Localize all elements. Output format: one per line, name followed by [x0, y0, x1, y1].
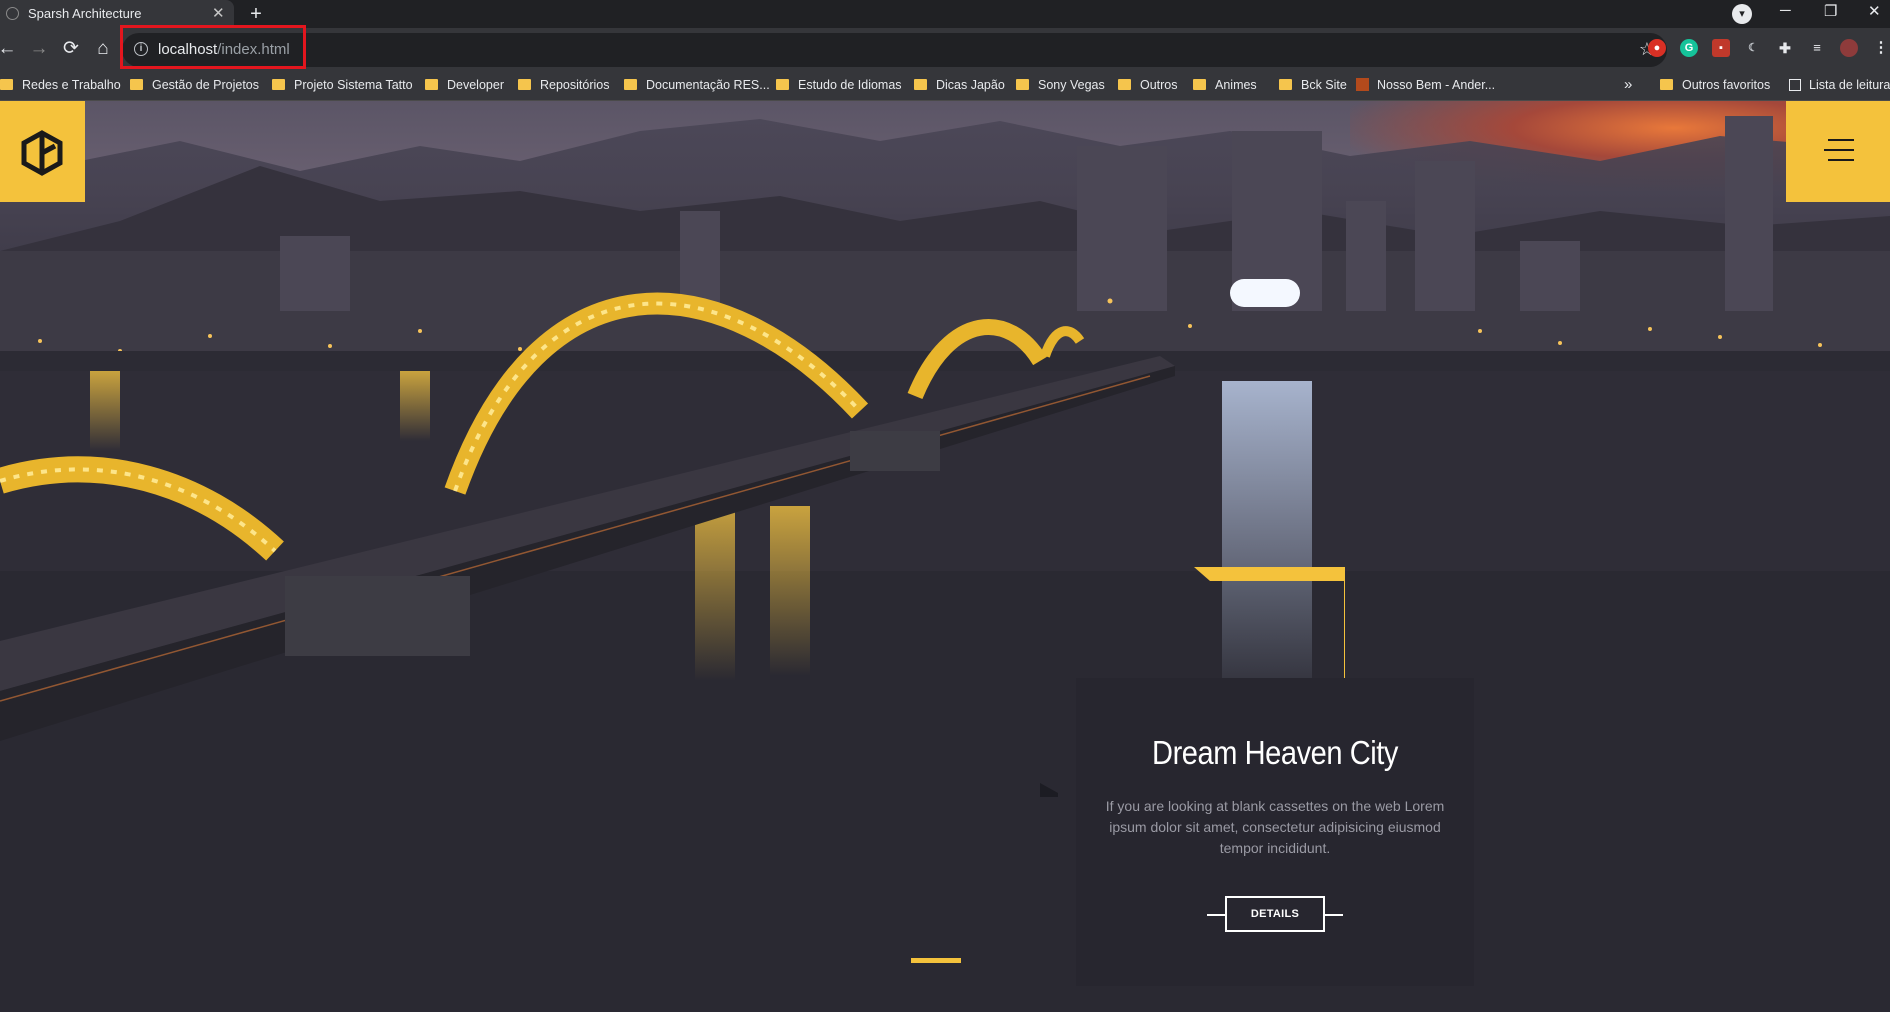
extensions-puzzle-icon[interactable]: ✚ [1776, 39, 1794, 57]
bookmark-folder[interactable]: Sony Vegas [1016, 78, 1105, 92]
menu-line [1828, 139, 1854, 141]
bookmark-folder[interactable]: Developer [425, 78, 504, 92]
bookmark-other-favorites[interactable]: Outros favoritos [1660, 78, 1770, 92]
folder-icon [624, 79, 637, 90]
details-button[interactable]: DETAILS [1225, 896, 1325, 932]
folder-icon [1016, 79, 1029, 90]
bookmark-link[interactable]: Nosso Bem - Ander... [1356, 78, 1495, 92]
tab-title: Sparsh Architecture [28, 6, 142, 21]
card-description: If you are looking at blank cassettes on… [1105, 798, 1445, 856]
tab-strip: Sparsh Architecture ✕ + ▾ ─ ❐ ✕ [0, 0, 1890, 28]
site-favicon-icon [1356, 78, 1369, 91]
extension-red-icon[interactable]: ● [1648, 39, 1666, 57]
bookmark-folder[interactable]: Documentação RES... [624, 78, 770, 92]
minimize-icon[interactable]: ─ [1780, 2, 1791, 19]
folder-icon [425, 79, 438, 90]
folder-icon [0, 79, 13, 90]
tab-search-icon[interactable]: ▾ [1732, 4, 1752, 24]
site-logo[interactable] [0, 101, 85, 202]
profile-avatar[interactable] [1840, 39, 1858, 57]
tab-sparsh-architecture[interactable]: Sparsh Architecture ✕ [0, 0, 234, 28]
reading-list-button[interactable]: Lista de leitura [1789, 78, 1890, 92]
grammarly-icon[interactable]: G [1680, 39, 1698, 57]
bookmark-folder[interactable]: Redes e Trabalho [0, 78, 121, 92]
bookmark-folder[interactable]: Projeto Sistema Tatto [272, 78, 413, 92]
globe-icon [6, 7, 19, 20]
reload-icon[interactable]: ⟳ [60, 38, 82, 60]
slider-indicator-active[interactable] [911, 958, 961, 963]
browser-menu-icon[interactable]: ⋮ [1872, 39, 1890, 57]
menu-line [1828, 159, 1854, 161]
folder-icon [914, 79, 927, 90]
reading-mode-icon[interactable]: ≡ [1808, 39, 1826, 57]
folder-icon [1193, 79, 1206, 90]
hero-slider: Dream Heaven City If you are looking at … [0, 101, 1890, 1012]
city-bridge-background-image [0, 116, 1890, 1012]
restore-icon[interactable]: ❐ [1824, 2, 1837, 20]
bookmark-folder[interactable]: Dicas Japão [914, 78, 1005, 92]
back-icon[interactable]: ← [0, 38, 18, 60]
bookmark-folder[interactable]: Animes [1193, 78, 1257, 92]
menu-line [1824, 149, 1854, 151]
folder-icon [518, 79, 531, 90]
extension-crescent-icon[interactable]: ☾ [1744, 39, 1762, 57]
forward-icon[interactable]: → [28, 38, 50, 60]
menu-toggle-button[interactable] [1786, 101, 1890, 202]
folder-icon [272, 79, 285, 90]
folder-icon [130, 79, 143, 90]
close-window-icon[interactable]: ✕ [1868, 2, 1881, 20]
bookmarks-overflow-icon[interactable]: » [1624, 76, 1632, 93]
logo-hexagon-icon [21, 130, 63, 176]
bookmark-folder[interactable]: Gestão de Projetos [130, 78, 259, 92]
close-tab-icon[interactable]: ✕ [212, 4, 225, 22]
featured-project-card: Dream Heaven City If you are looking at … [1076, 678, 1474, 986]
folder-icon [776, 79, 789, 90]
extension-square-icon[interactable]: ▪ [1712, 39, 1730, 57]
bookmark-folder[interactable]: Bck Site [1279, 78, 1347, 92]
folder-icon [1660, 79, 1673, 90]
home-icon[interactable]: ⌂ [92, 38, 114, 60]
bookmark-folder[interactable]: Estudo de Idiomas [776, 78, 902, 92]
bookmark-folder[interactable]: Outros [1118, 78, 1178, 92]
reading-list-icon [1789, 79, 1801, 91]
folder-icon [1118, 79, 1131, 90]
address-bar[interactable]: i localhost/index.html ☆ [122, 33, 1667, 67]
bookmark-folder[interactable]: Repositórios [518, 78, 609, 92]
card-title: Dream Heaven City [1152, 734, 1398, 771]
new-tab-button[interactable]: + [244, 2, 268, 26]
bookmarks-bar: Redes e Trabalho Gestão de Projetos Proj… [0, 72, 1890, 101]
button-line-right [1325, 914, 1343, 916]
url-highlight-annotation [120, 25, 306, 69]
folder-icon [1279, 79, 1292, 90]
button-line-left [1207, 914, 1225, 916]
